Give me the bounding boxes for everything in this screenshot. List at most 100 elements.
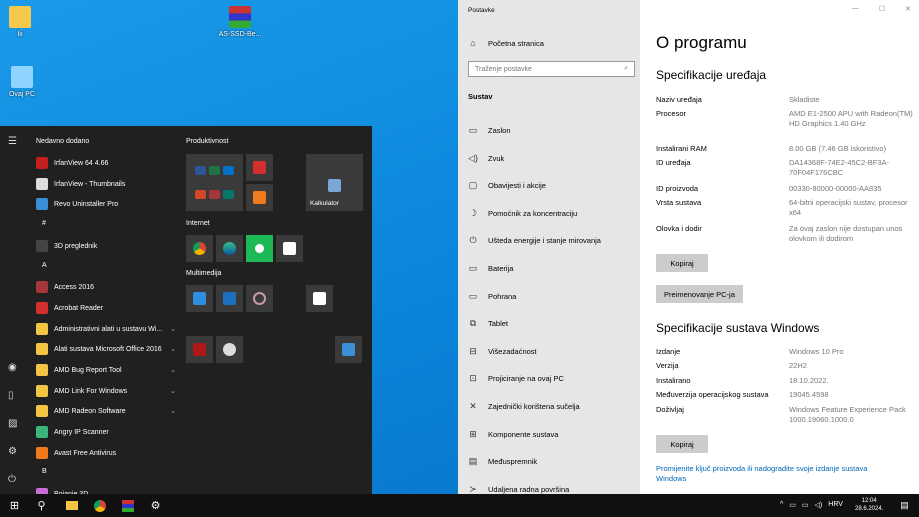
settings-gear-icon[interactable]: ⚙ <box>8 446 17 457</box>
app-icon <box>36 364 48 376</box>
app-list-item[interactable]: Angry IP Scanner <box>36 426 176 438</box>
spec-label: Vrsta sustava <box>656 198 702 207</box>
nav-icon: ▢ <box>468 180 478 191</box>
spotify-tile[interactable] <box>246 235 273 262</box>
windows-start-icon[interactable]: ⊞ <box>7 498 22 513</box>
desktop-icon-user-folder[interactable]: Iii <box>0 6 50 38</box>
nav-item[interactable]: ◁) Zvuk <box>468 153 504 164</box>
minimize-button[interactable]: — <box>852 5 859 13</box>
irfanview-thumbnails-tile[interactable] <box>216 336 243 363</box>
hamburger-icon[interactable]: ☰ <box>8 136 17 147</box>
nav-icon: ▭ <box>468 263 478 273</box>
app-list-item[interactable]: Access 2016 <box>36 281 176 293</box>
chevron-up-icon[interactable]: ^ <box>780 501 783 509</box>
clock[interactable]: 12:04 28.6.2024. <box>855 497 883 513</box>
nav-item[interactable]: ▭ Baterija <box>468 263 514 274</box>
spec-row: Verzija 22H2 <box>656 361 916 371</box>
solitaire-tile[interactable] <box>306 285 333 312</box>
letter-header[interactable]: A <box>42 262 182 269</box>
copy-windows-button[interactable]: Kopiraj <box>656 435 708 453</box>
store-tile[interactable] <box>276 235 303 262</box>
nav-item[interactable]: ▤ Međuspremnik <box>468 456 537 467</box>
display-icon[interactable]: ▭ <box>802 501 809 509</box>
nav-item[interactable]: ✕ Zajednički korištena sučelja <box>468 401 580 412</box>
chevron-down-icon[interactable]: ⌄ <box>170 325 176 333</box>
nav-icon: ▭ <box>468 290 478 301</box>
letter-header[interactable]: B <box>42 468 182 475</box>
rename-pc-button[interactable]: Preimenovanje PC-ja <box>656 285 743 303</box>
media-player-tile[interactable] <box>246 285 273 312</box>
calculator-tile[interactable]: Kalkulator <box>306 154 363 211</box>
maximize-button[interactable]: ☐ <box>879 5 885 13</box>
nav-item[interactable]: ⧉ Tablet <box>468 318 508 329</box>
winrar-icon[interactable] <box>120 498 135 513</box>
office-tile-group[interactable] <box>186 154 243 211</box>
chrome-tile[interactable] <box>186 235 213 262</box>
nav-item[interactable]: ⊡ Projiciranje na ovaj PC <box>468 373 564 384</box>
irfanview-tile[interactable] <box>186 336 213 363</box>
system-tray: ^ ▭ ▭ ◁) HRV <box>780 501 843 509</box>
nav-item[interactable]: ⊟ Višezadaćnost <box>468 346 536 357</box>
spec-value: 8.00 GB (7.46 GB iskoristivo) <box>788 144 887 153</box>
chevron-down-icon[interactable]: ⌄ <box>170 407 176 415</box>
pictures-icon[interactable]: ▨ <box>8 418 17 429</box>
spec-value: 18.10.2022. <box>788 376 829 385</box>
photos-tile[interactable] <box>186 285 213 312</box>
app-list-item[interactable]: Administrativni alati u sustavu Wi... ⌄ <box>36 323 176 335</box>
nav-item[interactable]: ▢ Obavijesti i akcije <box>468 180 546 191</box>
network-icon[interactable]: ▭ <box>789 501 796 509</box>
app-list-item[interactable]: AMD Radeon Software ⌄ <box>36 405 176 417</box>
desktop-icon-this-pc[interactable]: Ovaj PC <box>0 66 52 98</box>
nav-item[interactable]: ⏻ Ušteda energije i stanje mirovanja <box>468 235 601 246</box>
chrome-icon[interactable] <box>92 498 107 513</box>
nav-item[interactable]: ⊞ Komponente sustava <box>468 429 558 440</box>
search-icon: ⌕ <box>624 65 628 72</box>
nav-icon: ⧉ <box>469 318 477 329</box>
letter-header[interactable]: # <box>42 220 182 227</box>
app-list-item[interactable]: IrfanView 64 4.66 <box>36 157 176 169</box>
spec-row: ID uređaja DA14368F-74E2-45C2-BF3A-70F04F… <box>656 158 916 178</box>
acrobat-tile[interactable] <box>246 154 273 181</box>
documents-icon[interactable]: ▯ <box>8 390 14 401</box>
app-list-item[interactable]: 3D preglednik <box>36 240 176 252</box>
power-icon[interactable]: ⏻ <box>8 474 16 485</box>
app-list-item[interactable]: IrfanView - Thumbnails <box>36 178 176 190</box>
app-list-item[interactable]: Acrobat Reader <box>36 302 176 314</box>
settings-nav: Postavke ⌂ Početna stranica Traženje post… <box>458 0 640 494</box>
app-icon <box>36 343 48 355</box>
spec-value: 19045.4598 <box>788 390 829 399</box>
close-button[interactable]: ✕ <box>905 5 911 13</box>
user-icon[interactable]: ◉ <box>8 362 17 373</box>
edge-tile[interactable] <box>216 235 243 262</box>
app-list-item[interactable]: Avast Free Antivirus <box>36 447 176 459</box>
settings-gear-icon[interactable]: ⚙ <box>148 498 163 513</box>
notifications-icon[interactable]: ▤ <box>897 498 912 513</box>
chevron-down-icon[interactable]: ⌄ <box>170 366 176 374</box>
copy-device-button[interactable]: Kopiraj <box>656 254 708 272</box>
start-menu: ☰ ◉ ▯ ▨ ⚙ ⏻ Nedavno dodano IrfanView 64 … <box>0 126 372 500</box>
nav-item[interactable]: ▭ Pohrana <box>468 290 517 302</box>
app-icon <box>36 323 48 335</box>
nav-icon: ✕ <box>469 401 477 411</box>
chevron-down-icon[interactable]: ⌄ <box>170 387 176 395</box>
app-tile-orange[interactable] <box>246 184 273 211</box>
nav-home[interactable]: ⌂ Početna stranica <box>468 38 544 48</box>
revo-tile[interactable] <box>335 336 362 363</box>
app-list-item[interactable]: AMD Link For Windows ⌄ <box>36 385 176 397</box>
nav-item[interactable]: ▭ Zaslon <box>468 125 511 136</box>
app-list-item[interactable]: Alati sustava Microsoft Office 2016 ⌄ <box>36 343 176 355</box>
video-editor-tile[interactable] <box>216 285 243 312</box>
spec-label: Naziv uređaja <box>656 95 702 104</box>
volume-icon[interactable]: ◁) <box>815 501 823 509</box>
app-list-item[interactable]: AMD Bug Report Tool ⌄ <box>36 364 176 376</box>
search-input[interactable]: Traženje postavke ⌕ <box>468 61 635 77</box>
change-product-key-link[interactable]: Promijenite ključ proizvoda ili nadograd… <box>656 464 896 484</box>
app-icon <box>36 405 48 417</box>
app-list-item[interactable]: Revo Uninstaller Pro <box>36 198 176 210</box>
language-indicator[interactable]: HRV <box>828 501 843 509</box>
desktop-icon-as-ssd[interactable]: AS-SSD-Be... <box>210 6 270 38</box>
nav-item[interactable]: ☽ Pomoćnik za koncentraciju <box>468 208 577 219</box>
search-icon[interactable]: ⚲ <box>34 498 49 513</box>
chevron-down-icon[interactable]: ⌄ <box>170 345 176 353</box>
file-explorer-icon[interactable] <box>64 498 79 513</box>
